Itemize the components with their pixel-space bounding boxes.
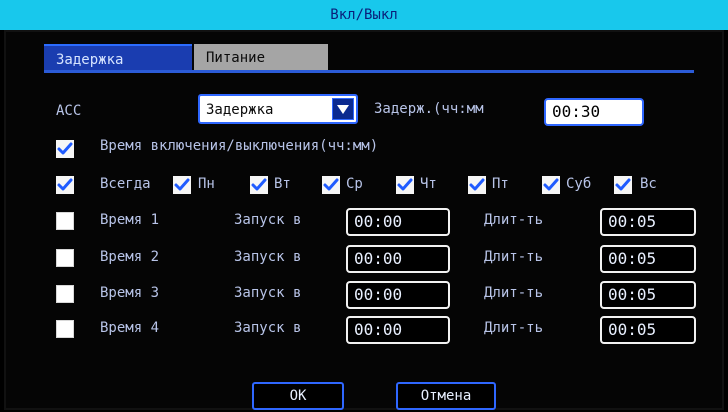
- time-onoff-label: Время включения/выключения(чч:мм): [100, 138, 379, 154]
- window-title: Вкл/Выкл: [330, 7, 398, 23]
- time-slot-label: Время 3: [100, 285, 160, 301]
- check-icon: [57, 178, 73, 191]
- duration-input[interactable]: 00:05: [600, 245, 696, 273]
- title-bar: Вкл/Выкл: [0, 0, 728, 30]
- dropdown-arrow-button[interactable]: [332, 98, 354, 120]
- day-label-always: Всегда: [100, 176, 151, 192]
- duration-value: 00:05: [608, 249, 657, 268]
- time-slot-label: Время 2: [100, 249, 160, 265]
- start-label: Запуск в: [234, 249, 302, 265]
- tab-power-label: Питание: [206, 50, 266, 66]
- acc-delay-label: Задерж.(чч:мм: [374, 101, 484, 117]
- check-icon: [174, 178, 190, 191]
- start-label: Запуск в: [234, 320, 302, 336]
- day-label-tue: Вт: [274, 176, 291, 192]
- duration-label: Длит-ть: [484, 249, 544, 265]
- ok-button-label: OK: [289, 388, 307, 404]
- ok-button[interactable]: OK: [252, 382, 344, 410]
- duration-label: Длит-ть: [484, 212, 544, 228]
- duration-value: 00:05: [608, 320, 657, 339]
- duration-input[interactable]: 00:05: [600, 281, 696, 309]
- day-checkbox-thu[interactable]: [396, 176, 414, 194]
- check-icon: [251, 178, 267, 191]
- day-label-wed: Ср: [346, 176, 363, 192]
- duration-label: Длит-ть: [484, 285, 544, 301]
- day-checkbox-mon[interactable]: [173, 176, 191, 194]
- start-time-input[interactable]: 00:00: [346, 208, 450, 236]
- day-checkbox-sun[interactable]: [614, 176, 632, 194]
- start-time-value: 00:00: [354, 249, 403, 268]
- acc-mode-value: Задержка: [206, 102, 274, 118]
- day-label-fri: Пт: [492, 176, 509, 192]
- check-icon: [469, 178, 485, 191]
- duration-value: 00:05: [608, 212, 657, 231]
- time-onoff-checkbox[interactable]: [56, 140, 74, 158]
- day-checkbox-always[interactable]: [56, 176, 74, 194]
- start-time-value: 00:00: [354, 212, 403, 231]
- check-icon: [57, 142, 73, 155]
- start-label: Запуск в: [234, 212, 302, 228]
- day-checkbox-wed[interactable]: [322, 176, 340, 194]
- tab-delay-label: Задержка: [56, 52, 124, 68]
- acc-delay-input[interactable]: 00:30: [544, 98, 644, 126]
- cancel-button-label: Отмена: [420, 388, 472, 404]
- time-slot-checkbox[interactable]: [56, 320, 74, 338]
- duration-input[interactable]: 00:05: [600, 316, 696, 344]
- day-checkbox-fri[interactable]: [468, 176, 486, 194]
- time-slot-checkbox[interactable]: [56, 212, 74, 230]
- check-icon: [543, 178, 559, 191]
- time-slot-label: Время 4: [100, 320, 160, 336]
- time-slot-checkbox[interactable]: [56, 249, 74, 267]
- acc-label: ACC: [56, 103, 82, 119]
- duration-value: 00:05: [608, 285, 657, 304]
- start-label: Запуск в: [234, 285, 302, 301]
- acc-mode-dropdown[interactable]: Задержка: [198, 94, 358, 124]
- check-icon: [323, 178, 339, 191]
- day-label-mon: Пн: [198, 176, 215, 192]
- day-label-sun: Вс: [640, 176, 657, 192]
- duration-input[interactable]: 00:05: [600, 208, 696, 236]
- start-time-value: 00:00: [354, 320, 403, 339]
- start-time-input[interactable]: 00:00: [346, 316, 450, 344]
- chevron-down-icon: [337, 105, 349, 114]
- start-time-value: 00:00: [354, 285, 403, 304]
- time-slot-checkbox[interactable]: [56, 285, 74, 303]
- day-label-sat: Суб: [566, 176, 592, 192]
- check-icon: [615, 178, 631, 191]
- acc-delay-value: 00:30: [552, 102, 601, 121]
- time-slot-label: Время 1: [100, 212, 160, 228]
- day-checkbox-tue[interactable]: [250, 176, 268, 194]
- duration-label: Длит-ть: [484, 320, 544, 336]
- day-label-thu: Чт: [420, 176, 437, 192]
- start-time-input[interactable]: 00:00: [346, 281, 450, 309]
- cancel-button[interactable]: Отмена: [396, 382, 496, 410]
- app-frame: Вкл/Выкл Задержка Питание ACC Задержка З…: [0, 0, 728, 412]
- tab-delay[interactable]: Задержка: [44, 44, 192, 72]
- start-time-input[interactable]: 00:00: [346, 245, 450, 273]
- tab-underline: [44, 70, 694, 73]
- day-checkbox-sat[interactable]: [542, 176, 560, 194]
- tab-power[interactable]: Питание: [194, 44, 328, 72]
- check-icon: [397, 178, 413, 191]
